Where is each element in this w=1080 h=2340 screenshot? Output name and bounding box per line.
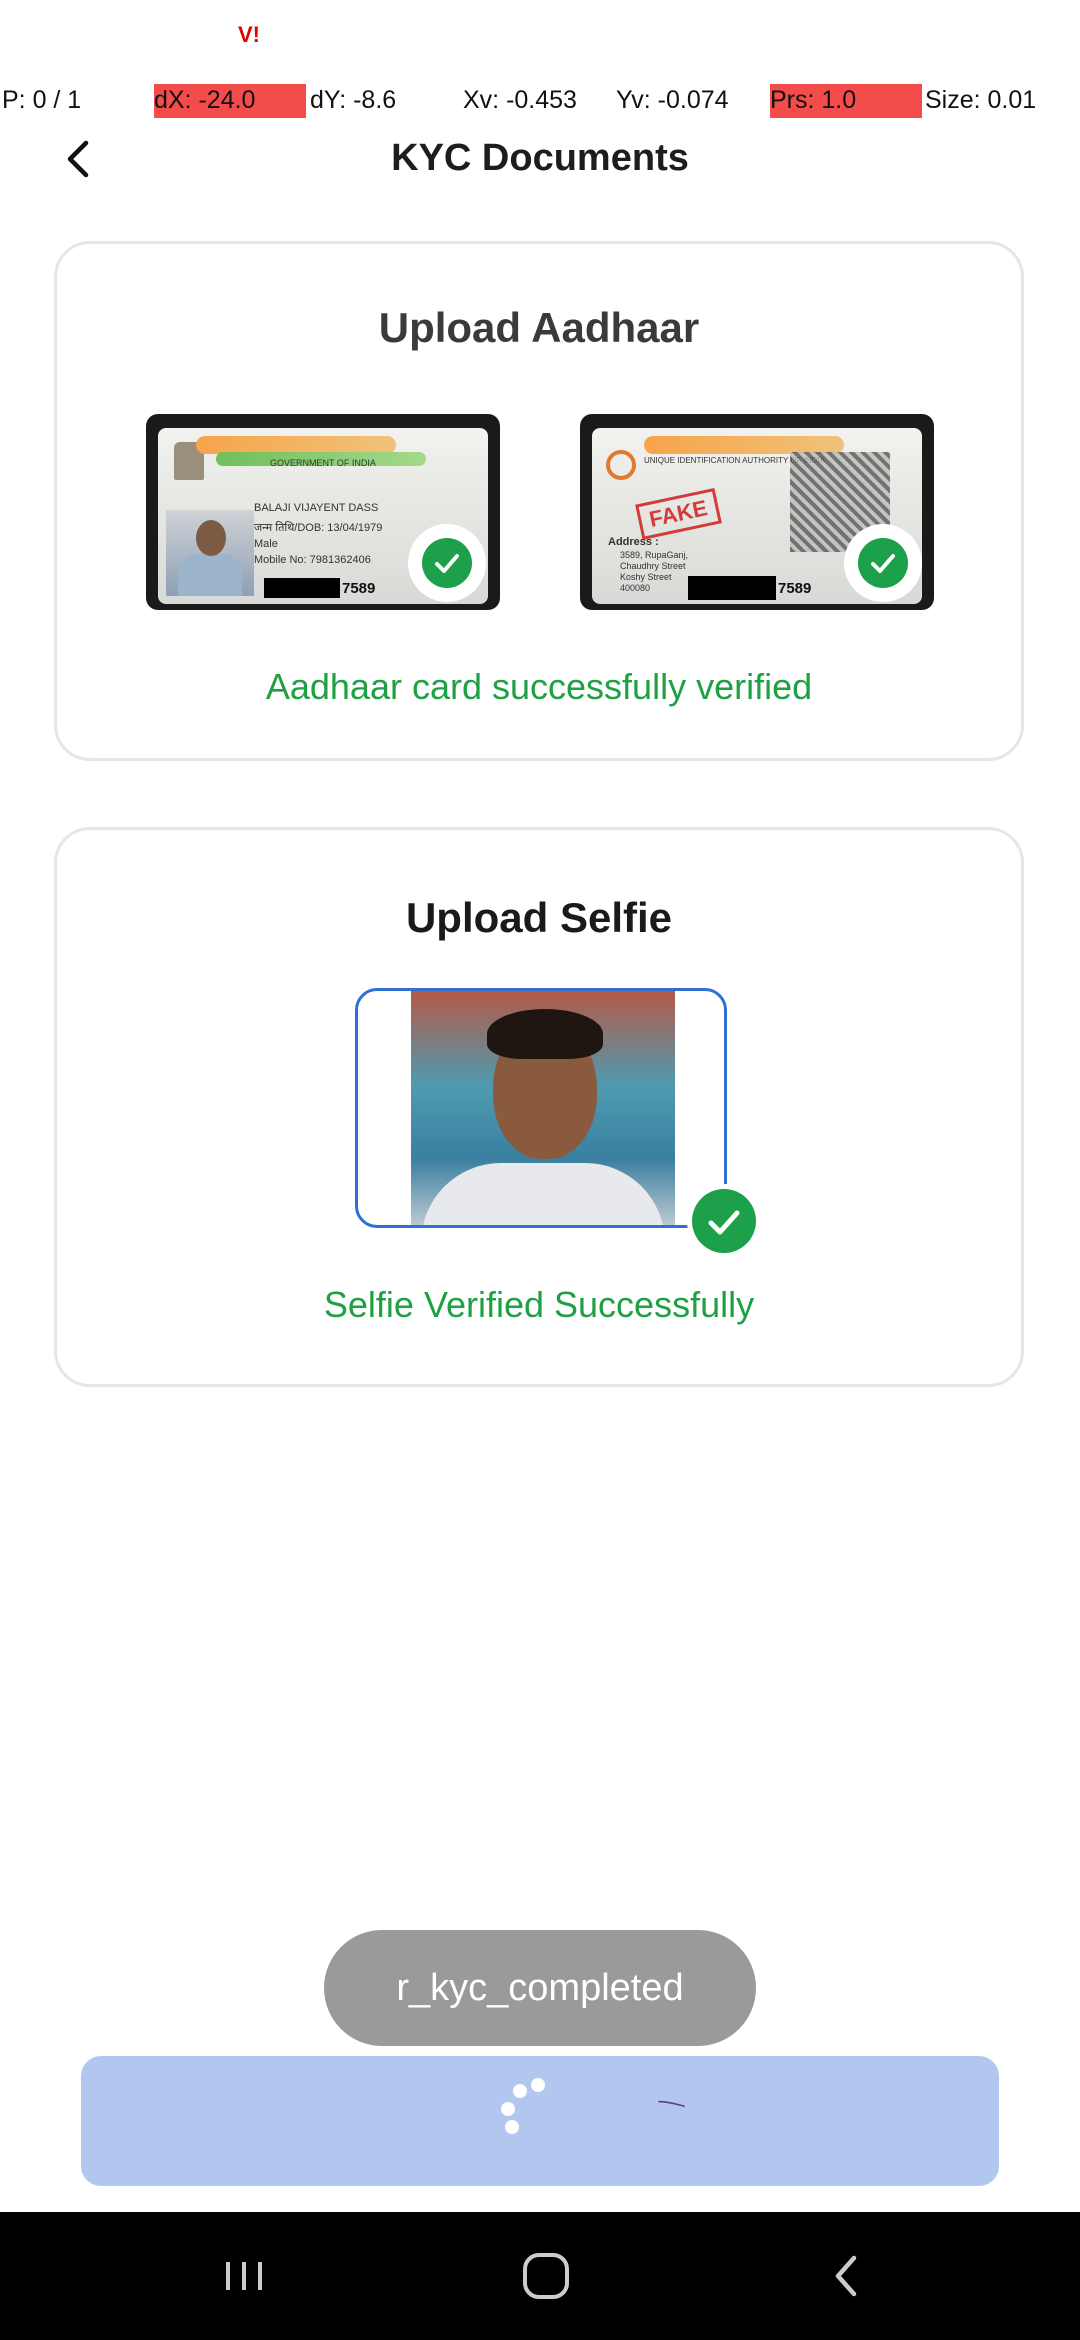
redaction-bar <box>264 578 340 598</box>
aadhaar-back-address-label: Address : <box>608 536 659 548</box>
pointer-xv: Xv: -0.453 <box>463 86 577 114</box>
selfie-card-title: Upload Selfie <box>405 894 673 941</box>
pointer-dy: dY: -8.6 <box>310 86 397 114</box>
recent-apps-button[interactable] <box>214 2246 274 2306</box>
toast-message: r_kyc_completed <box>324 1930 756 2046</box>
aadhaar-upload-card: Upload Aadhaar GOVERNMENT OF INDIA BALAJ… <box>54 241 1024 761</box>
system-navigation-bar <box>0 2212 1080 2340</box>
app-header: KYC Documents <box>0 125 1080 195</box>
carrier-logo: V! <box>238 22 260 47</box>
selfie-image-frame[interactable] <box>355 988 727 1228</box>
aadhaar-back-address-line: Koshy Street <box>620 572 672 582</box>
selfie-status-message: Selfie Verified Successfully <box>323 1284 755 1325</box>
pointer-count: P: 0 / 1 <box>2 86 82 114</box>
photo-body <box>178 554 242 596</box>
pointer-size: Size: 0.01 <box>925 86 1037 114</box>
pointer-dx: dX: -24.0 <box>154 84 306 118</box>
aadhaar-front-dob: जन्म तिथि/DOB: 13/04/1979 <box>254 522 383 534</box>
pointer-pressure: Prs: 1.0 <box>770 84 922 118</box>
home-button[interactable] <box>516 2246 576 2306</box>
selfie-photo <box>411 991 675 1225</box>
continue-button[interactable] <box>81 2056 999 2186</box>
back-button[interactable] <box>58 137 102 181</box>
aadhaar-status-message: Aadhaar card successfully verified <box>265 666 813 707</box>
selfie-verified-badge <box>687 1184 761 1258</box>
aadhaar-card-title: Upload Aadhaar <box>378 304 700 351</box>
aadhaar-front-image[interactable]: GOVERNMENT OF INDIA BALAJI VIJAYENT DASS… <box>146 414 500 610</box>
aadhaar-logo-icon <box>606 450 636 480</box>
aadhaar-back-image[interactable]: UNIQUE IDENTIFICATION AUTHORITY OF INDIA… <box>580 414 934 610</box>
chevron-left-icon <box>67 140 89 178</box>
aadhaar-front-name: BALAJI VIJAYENT DASS <box>254 502 379 514</box>
back-icon <box>835 2255 857 2297</box>
status-bar: V! <box>0 0 1080 60</box>
redaction-bar <box>688 576 776 600</box>
check-icon <box>435 554 459 573</box>
back-verified-badge <box>844 524 922 602</box>
aadhaar-front-gender: Male <box>254 538 278 550</box>
stray-mark <box>658 2100 686 2108</box>
check-icon <box>871 554 895 573</box>
aadhaar-back-address-line: 400080 <box>620 583 651 593</box>
aadhaar-front-number: 7589 <box>342 580 376 597</box>
photo-head <box>196 520 226 556</box>
selfie-hair <box>487 1009 603 1059</box>
aadhaar-back-number: 7589 <box>778 580 812 597</box>
loading-spinner-icon <box>501 2078 561 2138</box>
aadhaar-photo <box>166 510 254 596</box>
page-title: KYC Documents <box>391 137 689 179</box>
selfie-upload-card: Upload Selfie Selfie Verified Successful… <box>54 827 1024 1387</box>
selfie-shirt <box>421 1163 665 1225</box>
home-icon <box>523 2253 569 2299</box>
system-back-button[interactable] <box>818 2246 878 2306</box>
aadhaar-front-govt: GOVERNMENT OF INDIA <box>270 458 376 468</box>
pointer-yv: Yv: -0.074 <box>616 86 729 114</box>
check-icon <box>708 1210 740 1235</box>
aadhaar-back-address-line: Chaudhry Street <box>620 561 686 571</box>
pointer-location-overlay: P: 0 / 1 dX: -24.0 dY: -8.6 Xv: -0.453 Y… <box>0 80 1080 120</box>
aadhaar-front-mobile: Mobile No: 7981362406 <box>254 554 371 566</box>
recent-apps-icon <box>226 2262 262 2290</box>
aadhaar-back-address-line: 3589, RupaGanj, <box>620 550 689 560</box>
front-verified-badge <box>408 524 486 602</box>
